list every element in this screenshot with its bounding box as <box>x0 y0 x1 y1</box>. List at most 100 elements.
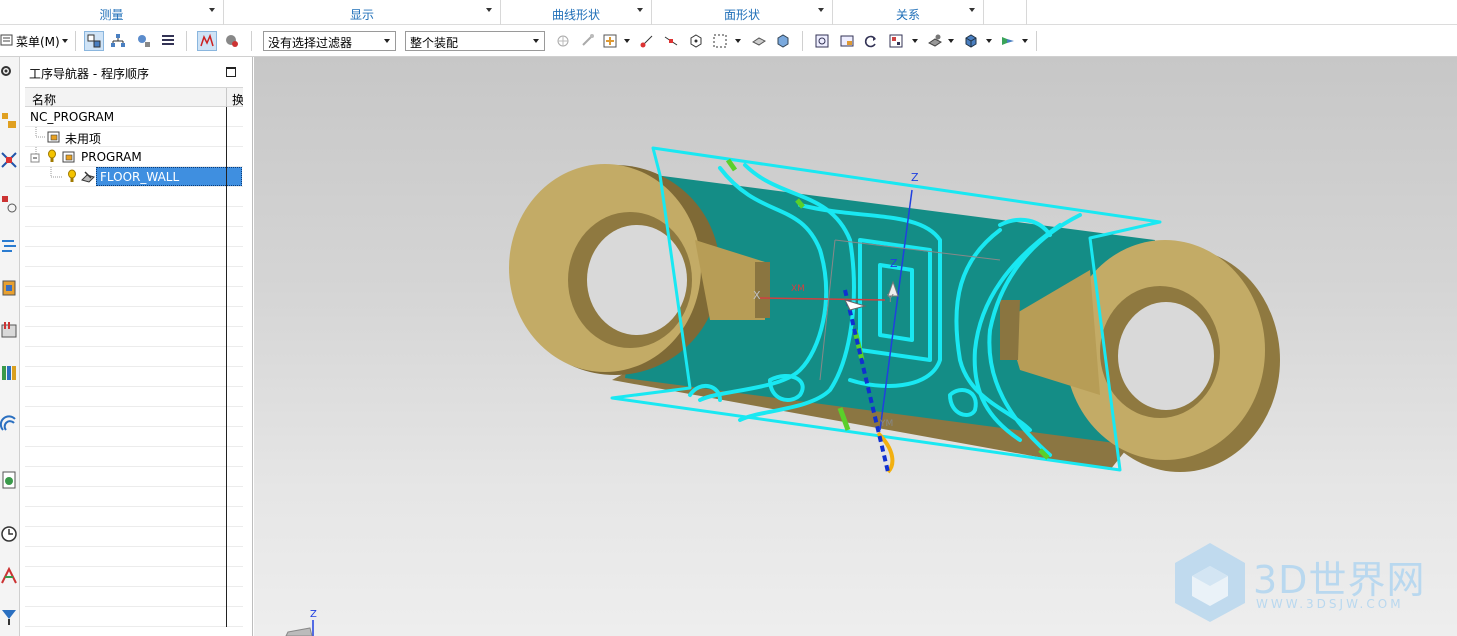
operation-navigator-icon[interactable] <box>0 235 18 257</box>
column-divider <box>226 127 227 147</box>
box-select-button[interactable] <box>710 31 730 51</box>
list-select-button[interactable] <box>158 31 178 51</box>
column-divider <box>226 407 227 427</box>
column-divider <box>226 327 227 347</box>
chevron-down-icon[interactable] <box>948 39 954 43</box>
web-browser-icon[interactable] <box>0 413 18 435</box>
shaded-icon <box>752 37 766 46</box>
orient-view-button[interactable] <box>961 31 981 51</box>
program-order-view-button[interactable] <box>197 31 217 51</box>
part-navigator-icon[interactable] <box>0 193 18 215</box>
snap-button[interactable] <box>553 31 573 51</box>
fit-view-icon <box>815 34 829 48</box>
chevron-down-icon[interactable] <box>209 8 215 12</box>
empty-row <box>25 527 243 547</box>
history-icon[interactable] <box>0 469 18 491</box>
tree-node-floor-wall[interactable]: FLOOR_WALL <box>25 167 243 187</box>
point-snap-button[interactable] <box>600 31 620 51</box>
maximize-icon[interactable] <box>226 67 236 77</box>
menu-button[interactable]: 菜单(M) <box>0 30 72 52</box>
feature-select-button[interactable] <box>134 31 154 51</box>
chevron-down-icon[interactable] <box>624 39 630 43</box>
column-divider <box>226 587 227 607</box>
tree-node-unused-items[interactable]: 未用项 <box>25 127 243 147</box>
navigator-column-header: 名称 换 <box>25 87 243 108</box>
empty-row <box>25 207 243 227</box>
snap-point-button[interactable] <box>578 31 598 51</box>
fit-view-button[interactable] <box>812 31 832 51</box>
empty-row <box>25 287 243 307</box>
select-button[interactable] <box>84 31 104 51</box>
ribbon-group-measure[interactable]: 测量 <box>0 0 224 25</box>
reuse-library-icon[interactable] <box>0 361 18 383</box>
ribbon-group-label: 测量 <box>99 8 124 22</box>
ribbon-group-face-shape[interactable]: 面形状 <box>652 0 833 25</box>
tree-node-label: 未用项 <box>65 132 102 146</box>
column-change-header[interactable]: 换 <box>232 91 243 108</box>
render-style-button[interactable] <box>925 31 945 51</box>
gear-icon[interactable] <box>0 61 18 83</box>
palette-icon[interactable] <box>0 565 18 587</box>
ribbon-group-relations[interactable]: 关系 <box>833 0 984 25</box>
selection-filter-dropdown[interactable]: 没有选择过滤器 <box>263 31 396 51</box>
axis-label-z-inner: Z <box>890 257 898 270</box>
midpoint-button[interactable] <box>661 31 681 51</box>
empty-row <box>25 347 243 367</box>
column-divider <box>226 207 227 227</box>
background-icon <box>1002 37 1014 45</box>
tree-select-button[interactable] <box>108 31 128 51</box>
ribbon-group-display[interactable]: 显示 <box>224 0 501 25</box>
tree-node-program[interactable]: PROGRAM <box>25 147 243 167</box>
arc-center-button[interactable] <box>686 31 706 51</box>
constraint-navigator-icon[interactable] <box>0 149 18 171</box>
column-name-header[interactable]: 名称 <box>32 91 56 108</box>
render-style-icon <box>928 34 942 47</box>
column-divider <box>226 527 227 547</box>
rotate-button[interactable] <box>861 31 881 51</box>
chevron-down-icon[interactable] <box>486 8 492 12</box>
chevron-down-icon[interactable] <box>986 39 992 43</box>
tree-node-label: PROGRAM <box>81 150 142 164</box>
navigator-tree: NC_PROGRAM 未用项 PROGRAM FLOOR_WALL <box>25 107 243 636</box>
cube-icon <box>777 34 789 48</box>
zoom-button[interactable] <box>837 31 857 51</box>
tree-node-nc-program[interactable]: NC_PROGRAM <box>25 107 243 127</box>
menu-icon <box>0 34 13 46</box>
column-divider[interactable] <box>226 88 227 108</box>
chevron-down-icon[interactable] <box>969 8 975 12</box>
toolbar-divider <box>75 31 76 51</box>
clock-icon[interactable] <box>0 523 18 545</box>
machine-view-button[interactable] <box>222 31 242 51</box>
chevron-down-icon[interactable] <box>1022 39 1028 43</box>
axis-label-y: Y <box>887 292 894 305</box>
chevron-down-icon <box>533 39 539 43</box>
selection-scope-value: 整个装配 <box>410 36 459 50</box>
machine-tool-navigator-icon[interactable] <box>0 277 18 299</box>
chevron-down-icon[interactable] <box>637 8 643 12</box>
assembly-navigator-icon[interactable] <box>0 109 18 131</box>
floor-wall-operation-icon <box>81 171 95 183</box>
roles-icon[interactable] <box>0 605 18 627</box>
solid-view-button[interactable] <box>773 31 793 51</box>
status-bulb-icon <box>68 169 76 182</box>
ribbon-group-curve-shape[interactable]: 曲线形状 <box>501 0 652 25</box>
empty-row <box>25 587 243 607</box>
watermark-logo <box>1175 543 1245 622</box>
machining-feature-navigator-icon[interactable] <box>0 319 18 341</box>
endpoint-button[interactable] <box>637 31 657 51</box>
ribbon-group-label: 显示 <box>349 8 374 22</box>
selection-scope-dropdown[interactable]: 整个装配 <box>405 31 545 51</box>
axis-label-x: X <box>753 289 761 302</box>
empty-row <box>25 467 243 487</box>
empty-row <box>25 607 243 627</box>
chevron-down-icon[interactable] <box>912 39 918 43</box>
ribbon-group-label: 关系 <box>895 8 920 22</box>
hexagon-icon <box>690 34 702 48</box>
shaded-button[interactable] <box>749 31 769 51</box>
collapse-icon[interactable] <box>29 149 43 165</box>
chevron-down-icon[interactable] <box>818 8 824 12</box>
empty-row <box>25 327 243 347</box>
chevron-down-icon[interactable] <box>735 39 741 43</box>
view-layout-button[interactable] <box>886 31 906 51</box>
background-button[interactable] <box>998 31 1018 51</box>
